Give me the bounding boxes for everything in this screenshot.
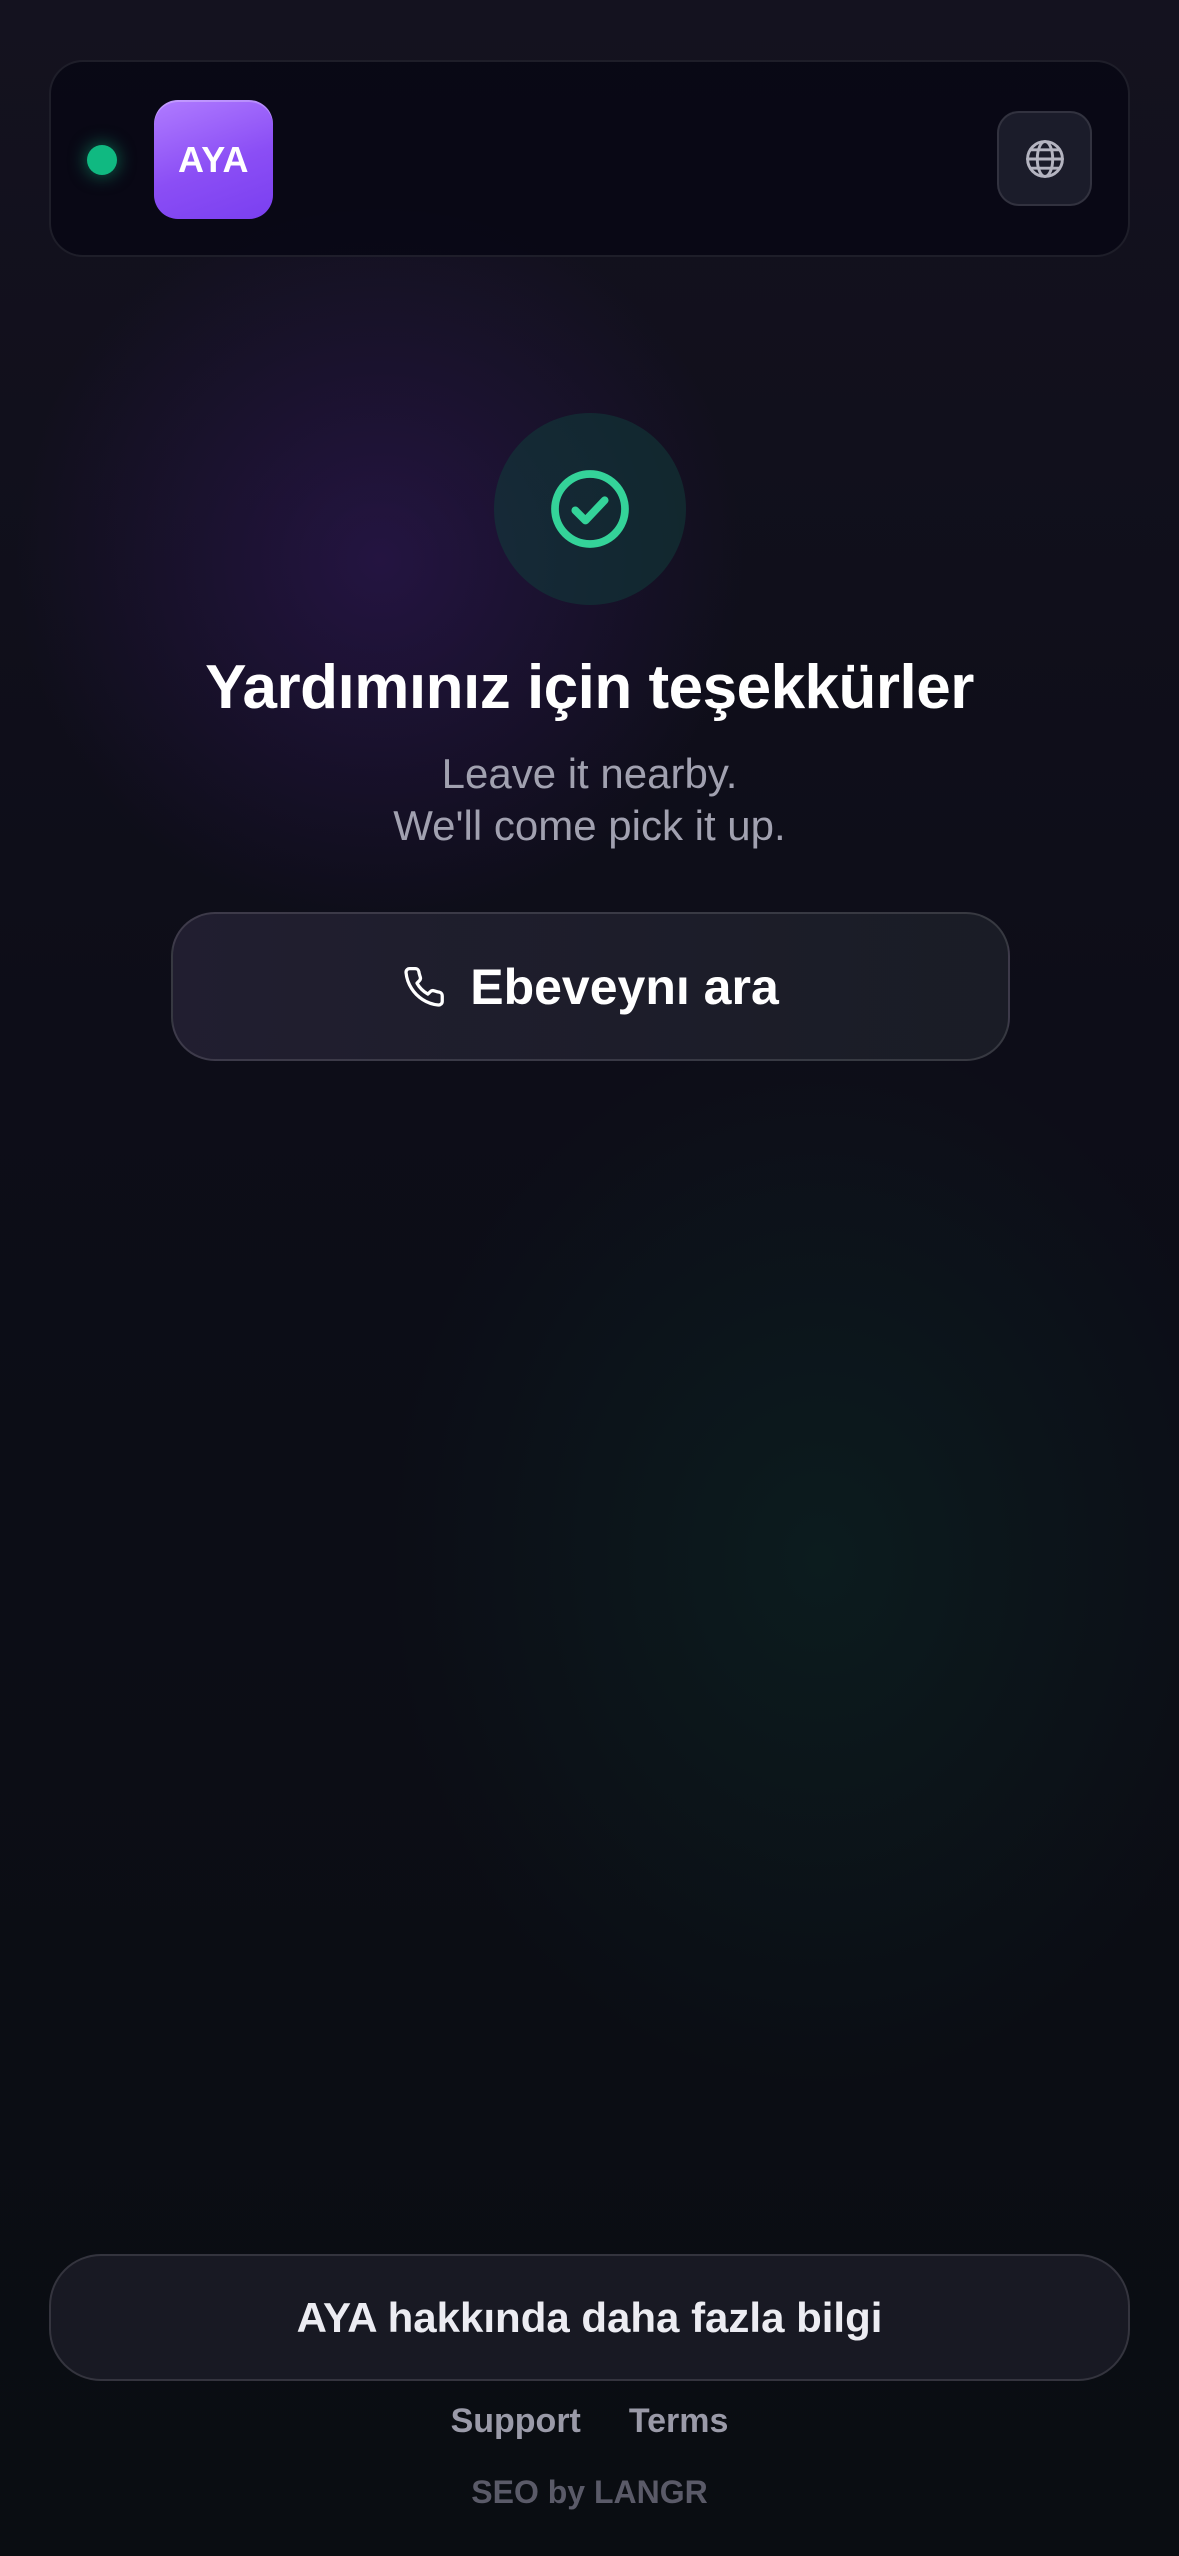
logo-text: AYA: [178, 138, 249, 180]
call-parent-button[interactable]: Ebeveynı ara: [171, 912, 1010, 1061]
language-button[interactable]: [997, 111, 1092, 206]
terms-link[interactable]: Terms: [629, 2402, 729, 2441]
app-logo: AYA: [154, 100, 273, 219]
support-link[interactable]: Support: [451, 2402, 581, 2441]
more-info-button[interactable]: AYA hakkında daha fazla bilgi: [49, 2254, 1130, 2381]
call-parent-label: Ebeveynı ara: [470, 958, 779, 1015]
page: AYA Yardımınız için teşekkürler Leave it…: [0, 0, 1179, 2556]
phone-icon: [402, 964, 448, 1010]
more-info-label: AYA hakkında daha fazla bilgi: [296, 2293, 883, 2341]
subtitle: Leave it nearby. We'll come pick it up.: [0, 748, 1179, 852]
check-circle-icon: [551, 470, 629, 548]
credit-text: SEO by LANGR: [471, 2474, 708, 2510]
success-badge: [494, 413, 686, 605]
footer-links: Support Terms: [0, 2402, 1179, 2441]
page-title: Yardımınız için teşekkürler: [205, 653, 974, 722]
subtitle-line-1: Leave it nearby.: [441, 750, 738, 797]
globe-icon: [1025, 139, 1064, 178]
status-indicator: [87, 145, 117, 175]
subtitle-line-2: We'll come pick it up.: [393, 802, 786, 849]
top-bar: AYA: [49, 60, 1130, 257]
